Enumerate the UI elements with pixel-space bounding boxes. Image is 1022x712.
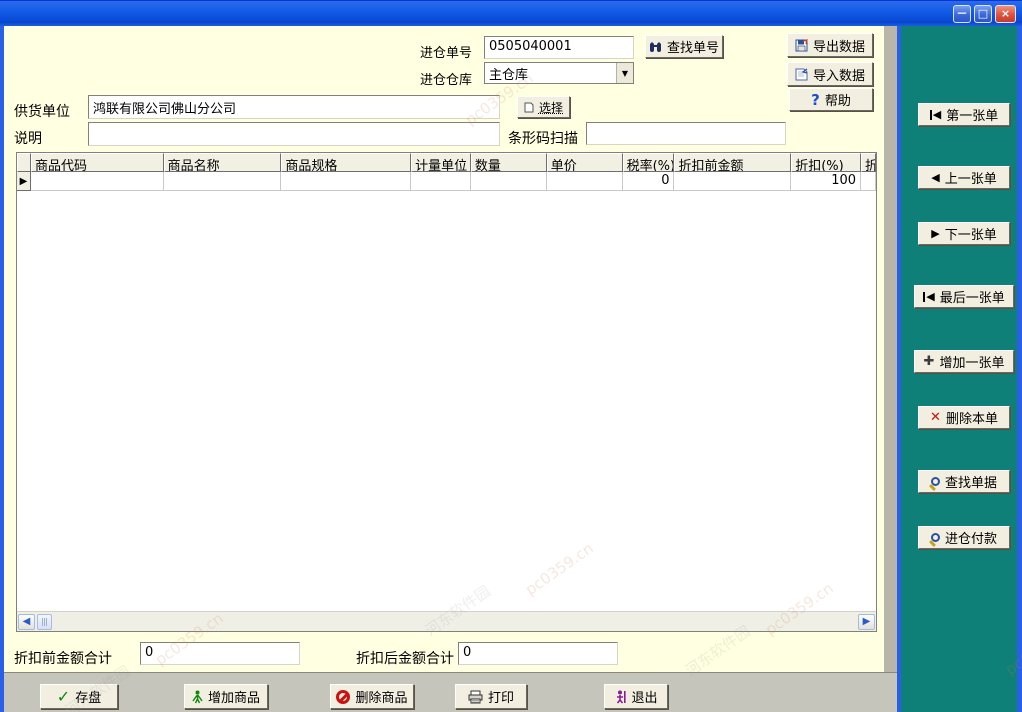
grid-horizontal-scrollbar[interactable]: ◀ ▶ xyxy=(17,611,876,631)
grid-cell[interactable] xyxy=(861,172,877,191)
toolbar-button-printer[interactable]: 打印 xyxy=(455,684,527,709)
column-header[interactable]: 单价 xyxy=(546,153,623,172)
scroll-left-icon: ◀ xyxy=(22,616,31,627)
app-window: － □ × 进仓单号 0505040001 查找单号 导出数据 进仓仓库 主仓库… xyxy=(0,0,1022,712)
column-header[interactable]: 商品代码 xyxy=(30,153,164,172)
barcode-label: 条形码扫描 xyxy=(508,131,578,147)
items-grid: 商品代码商品名称商品规格计量单位数量单价税率(%)折扣前金额折扣(%)折 ▶ 0 1… xyxy=(16,152,877,632)
note-label: 说明 xyxy=(14,131,42,147)
binoculars-icon xyxy=(649,42,661,52)
printer-icon xyxy=(468,690,483,704)
grid-cell[interactable] xyxy=(674,172,792,191)
payment-search-icon xyxy=(930,533,940,542)
toolbar-button-no-entry[interactable]: 删除商品 xyxy=(330,684,414,709)
warehouse-label: 进仓仓库 xyxy=(420,73,473,88)
column-header[interactable]: 折 xyxy=(861,153,877,172)
sidebar-button-search[interactable]: 查找单据 xyxy=(918,470,1010,493)
grid-cell[interactable]: 100 xyxy=(791,172,862,191)
total-after-discount-input[interactable]: 0 xyxy=(458,642,618,665)
total-after-discount-label: 折扣后金额合计 xyxy=(356,651,454,667)
toolbar-button-check[interactable]: ✓ 存盘 xyxy=(40,684,118,709)
toolbar-button-exit[interactable]: 退出 xyxy=(604,684,668,709)
supplier-label: 供货单位 xyxy=(14,104,70,120)
import-doc-icon xyxy=(795,67,808,80)
import-data-button[interactable]: 导入数据 xyxy=(787,62,873,86)
column-header[interactable]: 商品名称 xyxy=(163,153,282,172)
title-bar: － □ × xyxy=(0,0,1022,26)
grid-cell[interactable] xyxy=(163,172,282,191)
table-row: ▶ 0 100 xyxy=(17,172,877,191)
question-mark-icon: ? xyxy=(811,90,820,109)
column-header[interactable]: 商品规格 xyxy=(281,153,412,172)
column-header[interactable]: 计量单位 xyxy=(411,153,471,172)
sidebar-button-plus[interactable]: ✚ 增加一张单 xyxy=(914,350,1014,373)
close-button[interactable]: × xyxy=(995,5,1016,23)
grid-empty-area xyxy=(17,191,876,611)
sidebar-button-next[interactable]: ▶ 下一张单 xyxy=(918,222,1010,245)
grid-cell[interactable] xyxy=(411,172,471,191)
total-before-discount-label: 折扣前金额合计 xyxy=(14,651,112,667)
grid-cell[interactable] xyxy=(30,172,164,191)
chevron-down-icon[interactable]: ▼ xyxy=(616,63,633,83)
grid-selector-header xyxy=(17,153,31,172)
current-row-icon: ▶ xyxy=(19,175,28,187)
maximize-button[interactable]: □ xyxy=(974,5,992,23)
column-header[interactable]: 数量 xyxy=(470,153,547,172)
scrollbar-thumb[interactable] xyxy=(37,613,52,630)
prev-icon: ◀ xyxy=(931,171,940,184)
row-selector[interactable]: ▶ xyxy=(17,172,31,191)
sidebar-button-last[interactable]: ◀ 最后一张单 xyxy=(914,285,1014,308)
add-person-icon xyxy=(192,690,203,704)
scroll-right-icon: ▶ xyxy=(862,616,871,627)
supplier-input[interactable]: 鸿联有限公司佛山分公司 xyxy=(88,95,500,119)
sidebar-button-delete-x[interactable]: ✕ 删除本单 xyxy=(918,406,1010,429)
window-right-border xyxy=(1017,26,1022,712)
sidebar-button-prev[interactable]: ◀ 上一张单 xyxy=(918,166,1010,189)
warehouse-select[interactable]: 主仓库 ▼ xyxy=(484,62,634,84)
bottom-toolbar: ✓ 存盘 增加商品 删除商品 打印 退出 xyxy=(4,672,897,712)
select-supplier-button[interactable]: 选择 xyxy=(517,96,570,118)
grid-cell[interactable] xyxy=(470,172,547,191)
close-icon: × xyxy=(1000,7,1011,20)
order-no-label: 进仓单号 xyxy=(420,46,473,61)
check-icon: ✓ xyxy=(56,687,71,706)
exit-icon xyxy=(614,690,627,704)
grid-header-row: 商品代码商品名称商品规格计量单位数量单价税率(%)折扣前金额折扣(%)折 xyxy=(17,153,877,172)
search-icon xyxy=(930,477,940,486)
plus-icon: ✚ xyxy=(923,354,935,369)
help-button[interactable]: ? 帮助 xyxy=(789,88,873,111)
toolbar-button-add-person[interactable]: 增加商品 xyxy=(184,684,268,709)
scroll-left-button[interactable]: ◀ xyxy=(18,613,35,630)
window-left-border xyxy=(0,26,4,712)
grid-cell[interactable] xyxy=(546,172,623,191)
grid-cell[interactable]: 0 xyxy=(622,172,675,191)
column-header[interactable]: 折扣前金额 xyxy=(674,153,792,172)
note-input[interactable] xyxy=(88,122,500,146)
find-order-button[interactable]: 查找单号 xyxy=(645,35,723,58)
export-floppy-icon xyxy=(795,38,808,51)
export-data-button[interactable]: 导出数据 xyxy=(787,33,873,57)
grid-vertical-scroll-strip[interactable] xyxy=(884,26,897,712)
scroll-right-button[interactable]: ▶ xyxy=(858,613,875,630)
order-no-input[interactable]: 0505040001 xyxy=(484,36,634,59)
total-before-discount-input[interactable]: 0 xyxy=(140,642,300,665)
sidebar-button-first[interactable]: ◀ 第一张单 xyxy=(918,103,1010,126)
sidebar-button-payment-search[interactable]: 进仓付款 xyxy=(918,526,1010,549)
barcode-input[interactable] xyxy=(586,122,786,145)
page-icon xyxy=(524,102,534,112)
no-entry-icon xyxy=(336,689,351,704)
column-header[interactable]: 税率(%) xyxy=(622,153,675,172)
minimize-button[interactable]: － xyxy=(953,5,971,23)
warehouse-selected-value: 主仓库 xyxy=(489,68,529,83)
maximize-icon: □ xyxy=(977,7,989,20)
grid-cell[interactable] xyxy=(281,172,412,191)
last-icon: ◀ xyxy=(923,291,935,302)
delete-x-icon: ✕ xyxy=(930,410,941,425)
minimize-icon: － xyxy=(956,7,968,20)
column-header[interactable]: 折扣(%) xyxy=(791,153,862,172)
next-icon: ▶ xyxy=(931,227,940,240)
first-icon: ◀ xyxy=(929,109,941,120)
